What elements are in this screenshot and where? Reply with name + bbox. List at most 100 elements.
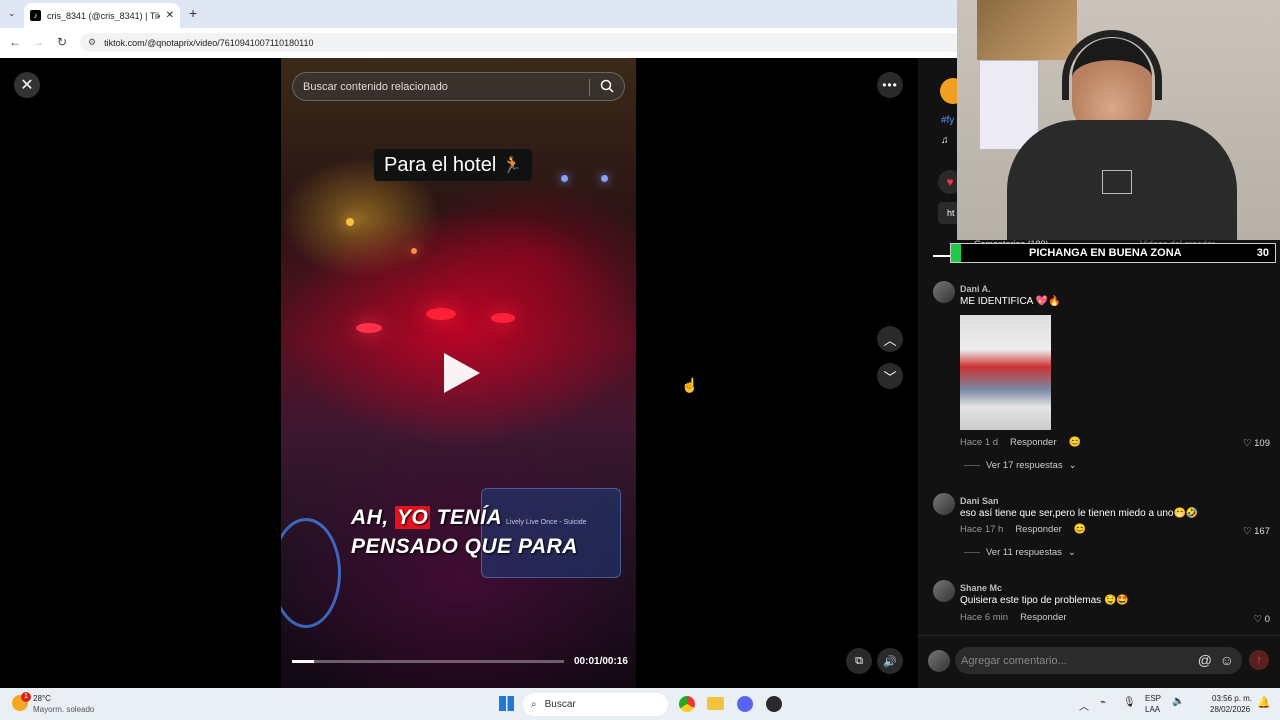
comment-text: eso así tiene que ser,pero le tienen mie…: [960, 508, 1199, 519]
chevron-down-icon: ⌄: [1067, 547, 1076, 558]
chrome-icon[interactable]: [679, 696, 695, 712]
heart-outline-icon: ♡: [1242, 526, 1255, 537]
forward-icon[interactable]: →: [30, 35, 46, 49]
comment-image[interactable]: [960, 315, 1051, 430]
mention-icon[interactable]: @: [1198, 652, 1212, 668]
mouse-cursor-icon: ☝: [681, 377, 699, 393]
street-light: [601, 175, 608, 182]
next-video-button[interactable]: ﹀: [877, 363, 903, 389]
tiktok-icon: ♪: [30, 10, 41, 21]
comment-time: Hace 6 min: [960, 612, 1009, 623]
emoji-icon[interactable]: ☺: [1220, 652, 1234, 668]
clock-time[interactable]: 03:56 p. m.: [1212, 694, 1252, 703]
heart-outline-icon: ♡: [1242, 438, 1255, 449]
new-tab-button[interactable]: +: [189, 5, 197, 21]
tray-volume-icon[interactable]: 🔈: [1172, 696, 1184, 707]
comment-username[interactable]: Shane Mc: [960, 583, 1002, 593]
video-overlay-title: Para el hotel 🏃: [374, 149, 533, 181]
comment-username[interactable]: Dani A.: [960, 284, 991, 294]
tray-network-icon[interactable]: ⌁: [1100, 697, 1106, 708]
language-2[interactable]: LAA: [1145, 705, 1160, 714]
browser-tab[interactable]: ♪ cris_8341 (@cris_8341) | TikTok ✕: [24, 3, 180, 28]
close-tab-icon[interactable]: ✕: [166, 10, 174, 21]
tab-title: cris_8341 (@cris_8341) | TikTok: [47, 10, 160, 21]
volume-button[interactable]: 🔊: [877, 648, 903, 674]
tab-list-chevron-icon[interactable]: ⌄: [8, 8, 16, 19]
tray-chevron-icon[interactable]: ︿: [1079, 698, 1089, 713]
likes-count: 167: [1254, 526, 1270, 537]
reply-button[interactable]: Responder: [1015, 524, 1061, 535]
comment-time: Hace 17 h: [960, 524, 1004, 535]
play-icon[interactable]: [444, 353, 480, 393]
heart-outline-icon: ♡: [1253, 614, 1265, 625]
comment-text: Quisiera este tipo de problemas 🤤🤩: [960, 595, 1129, 606]
current-user-avatar[interactable]: [928, 650, 950, 672]
comment-likes[interactable]: ♡ 167: [1243, 526, 1270, 537]
tray-mic-icon[interactable]: 🎙: [1123, 697, 1136, 708]
chevron-down-icon: ⌄: [1068, 460, 1077, 471]
comment-meta: Hace 1 d Responder 😊: [960, 437, 1081, 448]
caption-highlight: YO: [395, 506, 431, 529]
view-replies-button[interactable]: Ver 11 respuestas ⌄: [964, 547, 1076, 558]
language-1[interactable]: ESP: [1145, 694, 1161, 703]
reply-button[interactable]: Responder: [1020, 612, 1066, 623]
street-light: [411, 248, 417, 254]
banner-progress: [951, 244, 961, 262]
replies-label: Ver 11 respuestas: [986, 547, 1062, 558]
input-divider: [918, 635, 1280, 636]
windows-start-icon[interactable]: [499, 696, 514, 711]
previous-video-button[interactable]: ︿: [877, 326, 903, 352]
comment-meta: Hace 17 h Responder 😊: [960, 524, 1086, 535]
comment-input[interactable]: Agregar comentario... @ ☺: [955, 647, 1242, 674]
replies-line: [964, 552, 980, 553]
running-person-icon: 🏃: [502, 157, 523, 174]
replies-label: Ver 17 respuestas: [986, 460, 1063, 471]
taskbar-search-label: Buscar: [544, 699, 576, 710]
caption-line-2: PENSADO QUE PARA: [351, 535, 578, 558]
related-search-input[interactable]: Buscar contenido relacionado: [292, 72, 625, 101]
search-icon[interactable]: [600, 79, 614, 93]
caption-pre: AH,: [351, 506, 395, 529]
tail-light: [491, 313, 515, 323]
url-text: tiktok.com/@qnotaprix/video/761094100711…: [104, 37, 314, 48]
comment-time: Hace 1 d: [960, 437, 999, 448]
search-placeholder: Buscar contenido relacionado: [303, 80, 448, 93]
clock-date[interactable]: 28/02/2026: [1210, 705, 1250, 714]
caption-post: TENÍA: [430, 506, 503, 529]
shirt-logo: [1102, 170, 1132, 194]
comment-username[interactable]: Dani San: [960, 496, 999, 506]
commenter-avatar[interactable]: [933, 281, 955, 303]
file-explorer-icon[interactable]: [707, 697, 724, 710]
obs-icon[interactable]: [766, 696, 782, 712]
close-video-button[interactable]: ✕: [14, 72, 40, 98]
likes-count: 0: [1264, 614, 1270, 625]
street-light: [561, 175, 568, 182]
discord-icon[interactable]: [737, 696, 753, 712]
likes-count: 109: [1254, 438, 1270, 449]
view-replies-button[interactable]: Ver 17 respuestas ⌄: [964, 460, 1077, 471]
send-comment-button[interactable]: ↑: [1249, 650, 1269, 670]
speedometer: [281, 518, 341, 628]
comment-likes[interactable]: ♡ 109: [1243, 438, 1270, 449]
back-icon[interactable]: ←: [7, 35, 23, 49]
video-progress-bar[interactable]: [292, 660, 564, 663]
more-options-button[interactable]: •••: [877, 72, 903, 98]
taskbar-search[interactable]: ⌕ Buscar: [523, 693, 668, 716]
reload-icon[interactable]: ↻: [54, 35, 70, 49]
weather-badge: 1: [21, 692, 31, 702]
site-info-icon[interactable]: ⚙: [88, 37, 96, 48]
weather-temp[interactable]: 28°C: [33, 694, 51, 703]
comment-likes[interactable]: ♡ 0: [1254, 614, 1270, 625]
partial-hashtag[interactable]: #fy: [941, 115, 954, 126]
music-icon: ♫: [941, 135, 949, 146]
street-light: [346, 218, 354, 226]
weather-desc[interactable]: Mayorm. soleado: [33, 705, 94, 714]
notification-bell-icon[interactable]: 🔔: [1257, 696, 1271, 709]
banner-title: PICHANGA EN BUENA ZONA: [1029, 247, 1182, 259]
pip-button[interactable]: ⧉: [846, 648, 872, 674]
caption-line-1: AH, YO TENÍA: [351, 506, 502, 530]
commenter-avatar[interactable]: [933, 493, 955, 515]
reply-button[interactable]: Responder: [1010, 437, 1056, 448]
commenter-avatar[interactable]: [933, 580, 955, 602]
tail-light: [426, 308, 456, 320]
